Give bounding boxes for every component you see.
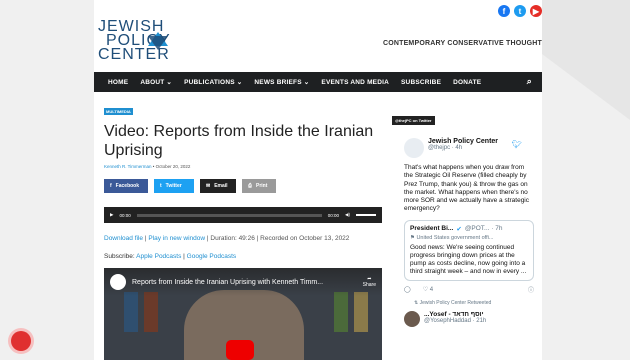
recorded-text: Recorded on October 13, 2022 (260, 235, 350, 242)
video-share-label: Share (362, 282, 376, 288)
share-email-button[interactable]: ✉ Email (200, 179, 236, 193)
duration-text: Duration: 49:26 (210, 235, 255, 242)
tweet-actions: ◯ ♡ 4 ⓘ (404, 285, 534, 294)
tweet-text: That's what happens when you draw from t… (404, 164, 530, 213)
twitter-icon: t (160, 183, 162, 189)
share-twitter-label: Twitter (165, 183, 182, 189)
tweet-card[interactable]: 🐦︎ Jewish Policy Center @thejpc · 4h Tha… (404, 138, 534, 327)
star-of-david-icon (148, 32, 168, 50)
quoted-tweet[interactable]: President Bi... ✔ @POT... · 7h ⚑ United … (404, 219, 534, 281)
publish-date: • October 20, 2022 (152, 164, 191, 169)
nav-events-and-media[interactable]: EVENTS AND MEDIA (321, 79, 389, 86)
nav-donate[interactable]: DONATE (453, 79, 481, 86)
tweet-card-2[interactable]: ...Yosef - יוסף חדאד @YosephHaddad · 21h (404, 310, 534, 327)
nav-subscribe[interactable]: SUBSCRIBE (401, 79, 441, 86)
share-print-button[interactable]: ⎙ Print (242, 179, 276, 193)
video-title[interactable]: Reports from Inside the Iranian Uprising… (132, 279, 357, 286)
channel-avatar[interactable] (110, 274, 126, 290)
facebook-icon[interactable]: f (498, 5, 510, 17)
author-link[interactable]: Kenneth R. Timmerman (104, 164, 152, 169)
player-time-start: 00:00 (119, 212, 131, 218)
avatar[interactable] (404, 138, 424, 158)
info-icon[interactable]: ⓘ (528, 285, 534, 294)
category-badge[interactable]: MULTIMEDIA (104, 108, 133, 115)
facebook-icon: f (110, 183, 112, 189)
subscribe-line: Subscribe: Apple Podcasts | Google Podca… (104, 253, 237, 260)
quoted-tweet-text: Good news: We're seeing continued progre… (410, 243, 527, 275)
play-new-window-link[interactable]: Play in new window (148, 235, 205, 242)
audio-player: ▶ 00:00 00:00 ◀) (104, 207, 382, 223)
like-button[interactable]: ♡ 4 (423, 286, 433, 293)
volume-slider[interactable] (356, 214, 376, 216)
quoted-author-handle: @POT... · 7h (464, 225, 503, 233)
embedded-video[interactable]: Reports from Inside the Iranian Uprising… (104, 268, 382, 360)
bookshelf-item (124, 292, 138, 332)
search-icon[interactable]: ⌕ (527, 76, 532, 87)
tweet2-author-handle[interactable]: @YosephHaddad · 21h (424, 318, 486, 324)
article-main: MULTIMEDIA Video: Reports from Inside th… (104, 100, 382, 260)
logo-line-3: CENTER (98, 46, 170, 63)
twitter-bird-icon[interactable]: 🐦︎ (512, 140, 522, 149)
google-podcasts-link[interactable]: Google Podcasts (187, 253, 237, 260)
nav-publications[interactable]: PUBLICATIONS ⌄ (184, 78, 242, 86)
twitter-icon[interactable]: t (514, 5, 526, 17)
podcast-links: Download file | Play in new window | Dur… (104, 235, 350, 242)
bookshelf-item (354, 292, 368, 332)
twitter-sidebar: @thejPC on Twitter 🐦︎ Jewish Policy Cent… (392, 100, 534, 360)
site-header: JEWISH POLICY CENTER CONTEMPORARY CONSER… (94, 0, 542, 70)
apple-podcasts-link[interactable]: Apple Podcasts (136, 253, 181, 260)
nav-home[interactable]: HOME (108, 79, 128, 86)
article-title: Video: Reports from Inside the Iranian U… (104, 123, 374, 159)
site-tagline: CONTEMPORARY CONSERVATIVE THOUGHT (382, 40, 542, 47)
page-container: JEWISH POLICY CENTER CONTEMPORARY CONSER… (94, 0, 542, 360)
heart-icon: ♡ (422, 286, 429, 293)
social-links: f t ▶ (498, 5, 542, 17)
tweet2-author-name[interactable]: ...Yosef - יוסף חדאד (424, 311, 486, 318)
video-play-button[interactable] (226, 340, 254, 360)
subscribe-label: Subscribe: (104, 253, 135, 260)
video-share-button[interactable]: ➦ Share (363, 276, 376, 288)
download-file-link[interactable]: Download file (104, 235, 143, 242)
player-progress-track[interactable] (136, 213, 322, 217)
main-nav: HOME ABOUT ⌄ PUBLICATIONS ⌄ NEWS BRIEFS … (94, 72, 542, 92)
email-icon: ✉ (206, 183, 211, 189)
share-twitter-button[interactable]: t Twitter (154, 179, 194, 193)
share-facebook-button[interactable]: f Facebook (104, 179, 148, 193)
twitter-section-tag: @thejPC on Twitter (392, 116, 435, 125)
reply-icon[interactable]: ◯ (404, 286, 411, 293)
youtube-icon[interactable]: ▶ (530, 5, 542, 17)
notification-bell-icon[interactable] (11, 331, 31, 351)
tweet-author-name[interactable]: Jewish Policy Center (428, 138, 498, 145)
print-icon: ⎙ (248, 183, 253, 189)
retweet-notice: ⇅ Jewish Policy Center Retweeted (414, 299, 492, 306)
play-icon[interactable]: ▶ (110, 212, 113, 218)
nav-about[interactable]: ABOUT ⌄ (140, 78, 172, 86)
share-facebook-label: Facebook (115, 183, 140, 189)
share-buttons: f Facebook t Twitter ✉ Email ⎙ Print (104, 179, 382, 193)
byline: Kenneth R. Timmerman • October 20, 2022 (104, 164, 382, 169)
quoted-author-name: President Bi... (410, 225, 454, 233)
share-print-label: Print (256, 183, 268, 189)
bookshelf-item (334, 292, 348, 332)
tweet-author-handle[interactable]: @thejpc · 4h (428, 145, 498, 151)
video-header: Reports from Inside the Iranian Uprising… (104, 268, 382, 296)
volume-icon[interactable]: ◀) (345, 212, 350, 218)
player-time-end: 00:00 (327, 212, 340, 218)
nav-news-briefs[interactable]: NEWS BRIEFS ⌄ (254, 78, 309, 86)
quoted-author-label: ⚑ United States government offi... (410, 234, 494, 241)
verified-icon: ✔ (456, 225, 462, 233)
share-email-label: Email (214, 183, 228, 189)
avatar[interactable] (404, 310, 420, 327)
bookshelf-item (144, 292, 158, 332)
quoted-tweet-header: President Bi... ✔ @POT... · 7h (410, 225, 528, 233)
like-count: 4 (429, 286, 434, 293)
